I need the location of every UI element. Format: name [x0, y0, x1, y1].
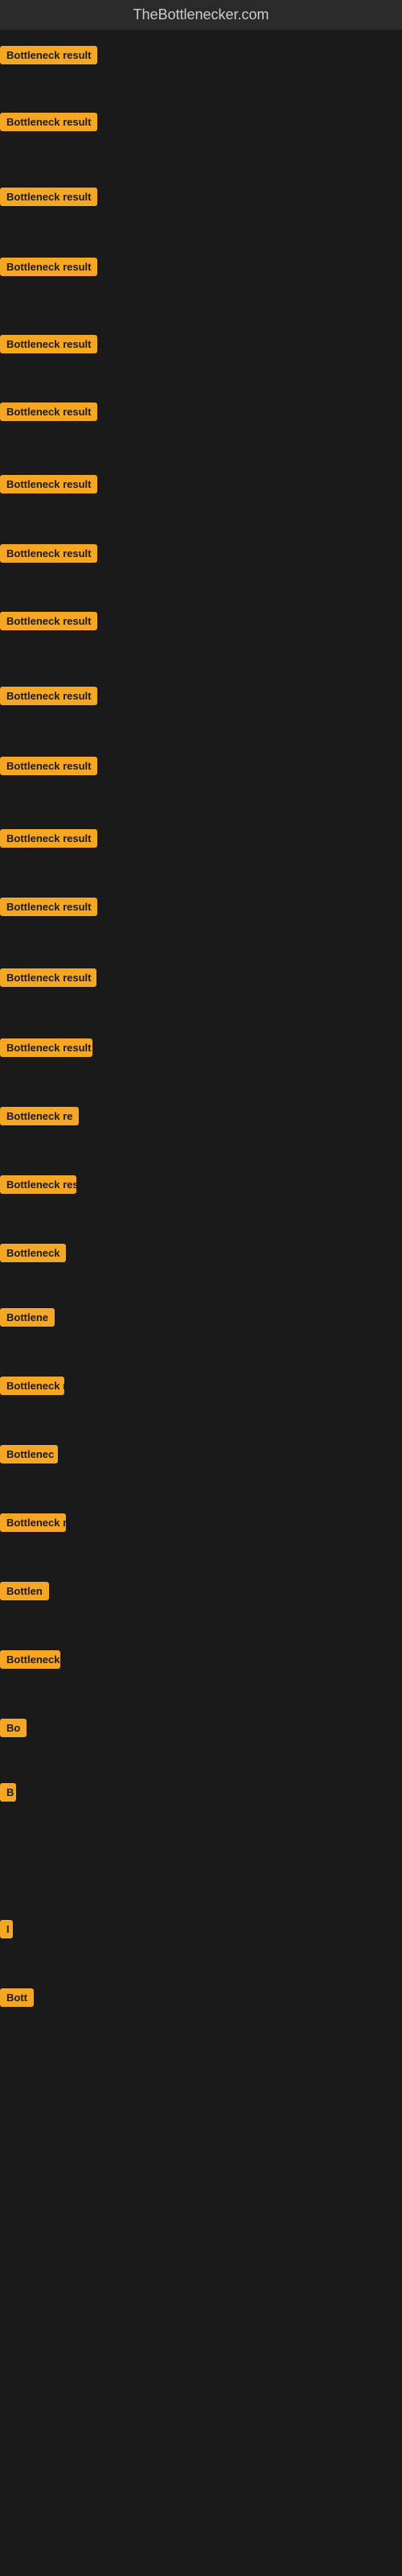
bottleneck-item-12[interactable]: Bottleneck result — [0, 829, 97, 852]
bottleneck-badge-25: Bo — [0, 1719, 27, 1737]
bottleneck-item-20[interactable]: Bottleneck r — [0, 1377, 64, 1399]
bottleneck-item-24[interactable]: Bottleneck — [0, 1650, 60, 1673]
bottleneck-badge-13: Bottleneck result — [0, 898, 97, 916]
bottleneck-badge-6: Bottleneck result — [0, 402, 97, 421]
bottleneck-item-1[interactable]: Bottleneck result — [0, 46, 97, 68]
bottleneck-item-25[interactable]: Bo — [0, 1719, 27, 1741]
bottleneck-badge-11: Bottleneck result — [0, 757, 97, 775]
bottleneck-badge-16: Bottleneck re — [0, 1107, 79, 1125]
bottleneck-item-4[interactable]: Bottleneck result — [0, 258, 97, 280]
bottleneck-badge-26: B — [0, 1783, 16, 1802]
bottleneck-badge-15: Bottleneck result — [0, 1038, 92, 1057]
bottleneck-item-19[interactable]: Bottlene — [0, 1308, 55, 1331]
bottleneck-item-6[interactable]: Bottleneck result — [0, 402, 97, 425]
bottleneck-badge-2: Bottleneck result — [0, 113, 97, 131]
bottleneck-item-10[interactable]: Bottleneck result — [0, 687, 97, 709]
bottleneck-badge-9: Bottleneck result — [0, 612, 97, 630]
bottleneck-item-5[interactable]: Bottleneck result — [0, 335, 97, 357]
bottleneck-item-15[interactable]: Bottleneck result — [0, 1038, 92, 1061]
bottleneck-badge-21: Bottlenec — [0, 1445, 58, 1463]
bottleneck-badge-4: Bottleneck result — [0, 258, 97, 276]
bottleneck-badge-10: Bottleneck result — [0, 687, 97, 705]
bottleneck-item-7[interactable]: Bottleneck result — [0, 475, 97, 497]
bottleneck-item-27[interactable]: I — [0, 1920, 13, 1942]
bottleneck-badge-12: Bottleneck result — [0, 829, 97, 848]
bottleneck-badge-19: Bottlene — [0, 1308, 55, 1327]
site-title: TheBottlenecker.com — [0, 0, 402, 30]
bottleneck-item-28[interactable]: Bott — [0, 1988, 34, 2011]
bottleneck-badge-5: Bottleneck result — [0, 335, 97, 353]
bottleneck-item-9[interactable]: Bottleneck result — [0, 612, 97, 634]
bottleneck-item-8[interactable]: Bottleneck result — [0, 544, 97, 567]
bottleneck-item-26[interactable]: B — [0, 1783, 16, 1806]
bottleneck-item-14[interactable]: Bottleneck result — [0, 968, 96, 991]
bottleneck-badge-1: Bottleneck result — [0, 46, 97, 64]
bottleneck-item-3[interactable]: Bottleneck result — [0, 188, 97, 210]
bottleneck-item-22[interactable]: Bottleneck re — [0, 1513, 66, 1536]
bottleneck-item-13[interactable]: Bottleneck result — [0, 898, 97, 920]
bottleneck-badge-23: Bottlen — [0, 1582, 49, 1600]
bottleneck-badge-28: Bott — [0, 1988, 34, 2007]
bottleneck-badge-17: Bottleneck resul — [0, 1175, 76, 1194]
bottleneck-badge-14: Bottleneck result — [0, 968, 96, 987]
bottleneck-badge-8: Bottleneck result — [0, 544, 97, 563]
bottleneck-item-2[interactable]: Bottleneck result — [0, 113, 97, 135]
bottleneck-item-11[interactable]: Bottleneck result — [0, 757, 97, 779]
bottleneck-item-17[interactable]: Bottleneck resul — [0, 1175, 76, 1198]
bottleneck-item-18[interactable]: Bottleneck — [0, 1244, 66, 1266]
bottleneck-item-21[interactable]: Bottlenec — [0, 1445, 58, 1468]
bottleneck-badge-3: Bottleneck result — [0, 188, 97, 206]
bottleneck-item-16[interactable]: Bottleneck re — [0, 1107, 79, 1129]
bottleneck-badge-18: Bottleneck — [0, 1244, 66, 1262]
bottleneck-badge-24: Bottleneck — [0, 1650, 60, 1669]
bottleneck-badge-20: Bottleneck r — [0, 1377, 64, 1395]
bottleneck-badge-22: Bottleneck re — [0, 1513, 66, 1532]
bottleneck-item-23[interactable]: Bottlen — [0, 1582, 49, 1604]
bottleneck-badge-7: Bottleneck result — [0, 475, 97, 493]
bottleneck-badge-27: I — [0, 1920, 13, 1938]
